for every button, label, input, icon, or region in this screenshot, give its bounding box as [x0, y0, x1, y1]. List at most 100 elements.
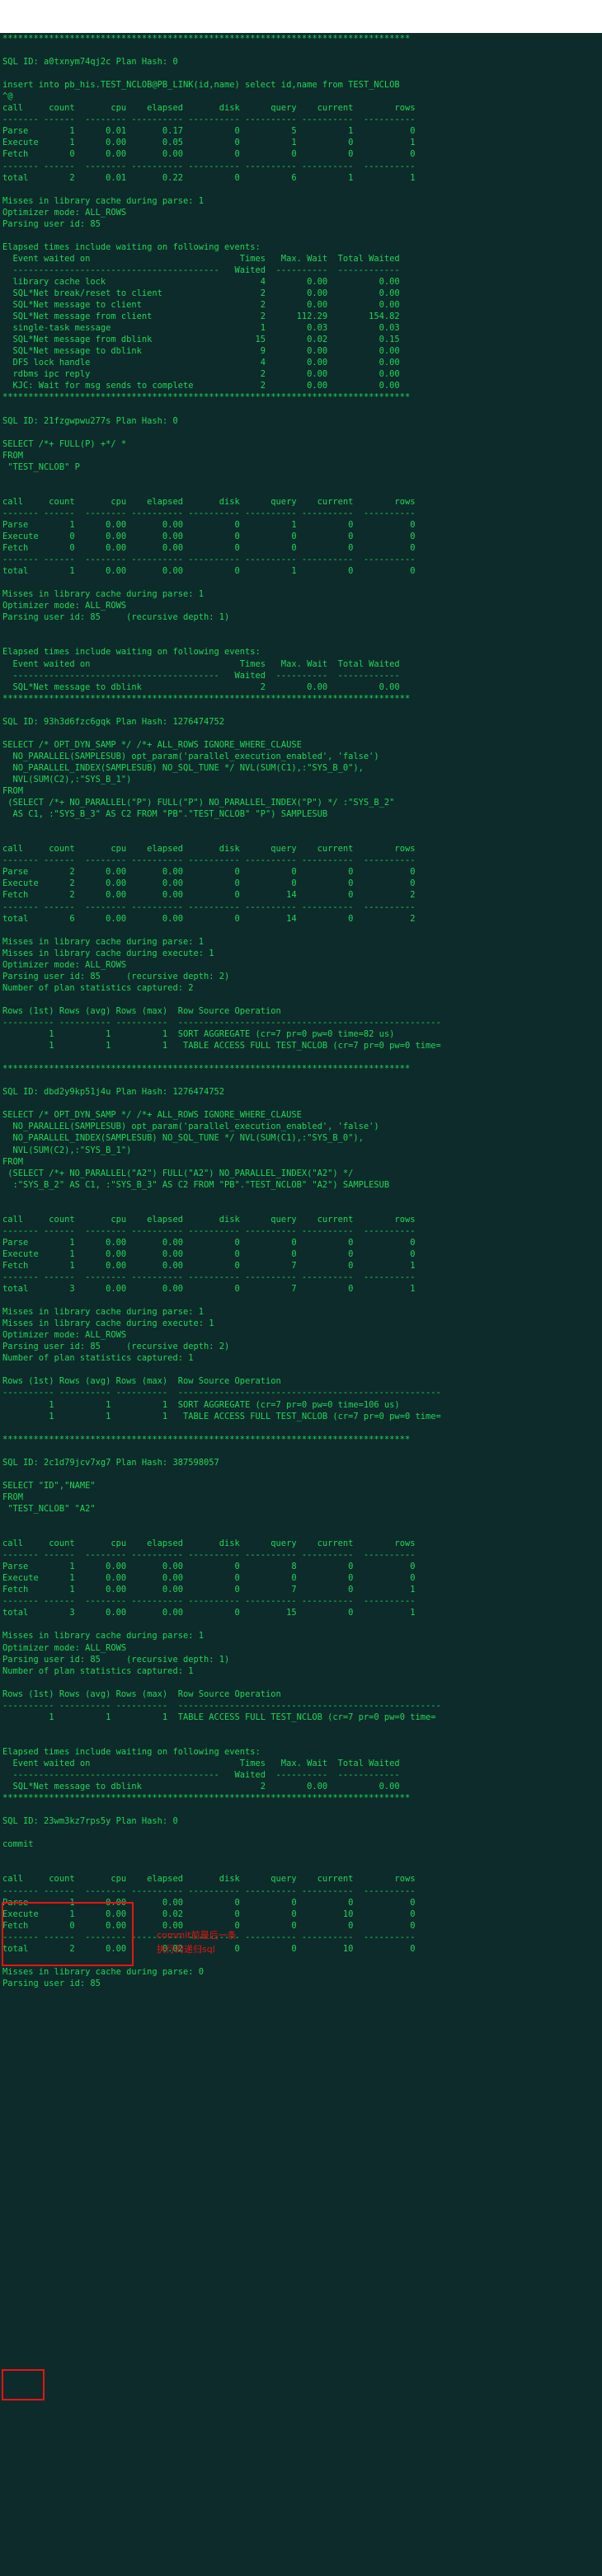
terminal-line: Rows (1st) Rows (avg) Rows (max) Row Sou…	[2, 1376, 281, 1387]
terminal-line: KJC: Wait for msg sends to complete 2 0.…	[2, 381, 400, 391]
terminal-line: Parse 1 0.00 0.00 0 0 0 0	[2, 1897, 416, 1908]
terminal-line: ^@	[2, 91, 13, 102]
terminal-line: Fetch 1 0.00 0.00 0 7 0 1	[2, 1260, 416, 1271]
terminal-line: Rows (1st) Rows (avg) Rows (max) Row Sou…	[2, 1005, 281, 1016]
terminal-line: SELECT "ID","NAME"	[2, 1480, 96, 1491]
terminal-line: ****************************************…	[2, 1064, 411, 1075]
terminal-line: Misses in library cache during parse: 0	[2, 1966, 204, 1977]
terminal-line: SELECT /* OPT_DYN_SAMP */ /*+ ALL_ROWS I…	[2, 739, 302, 750]
terminal-line: FROM	[2, 1492, 24, 1502]
terminal-line: ----------------------------------------…	[2, 670, 400, 681]
terminal-line: ---------- ---------- ---------- -------…	[2, 1388, 441, 1398]
terminal-line	[0, 184, 602, 195]
terminal-line	[0, 1515, 602, 1526]
terminal-line: call count cpu elapsed disk query curren…	[2, 1539, 416, 1549]
terminal-output: ****************************************…	[0, 33, 602, 1989]
terminal-line: Fetch 0 0.00 0.00 0 0 0 0	[2, 149, 416, 160]
terminal-line: Event waited on Times Max. Wait Total Wa…	[2, 658, 400, 669]
terminal-line	[0, 1618, 602, 1630]
terminal-line: 1 1 1 TABLE ACCESS FULL TEST_NCLOB (cr=7…	[2, 1041, 441, 1051]
terminal-line: "TEST_NCLOB" "A2"	[2, 1503, 96, 1514]
terminal-line: total 6 0.00 0.00 0 14 0 2	[2, 913, 416, 924]
terminal-line: Optimizer mode: ALL_ROWS	[2, 959, 127, 970]
terminal-line: Fetch 1 0.00 0.00 0 7 0 1	[2, 1585, 416, 1595]
terminal-line	[0, 831, 602, 843]
terminal-line	[0, 1735, 602, 1746]
terminal-line: Event waited on Times Max. Wait Total Wa…	[2, 1758, 400, 1768]
terminal-line: SQL ID: 2c1d79jcv7xg7 Plan Hash: 3875980…	[2, 1457, 219, 1468]
terminal-line	[0, 68, 602, 79]
terminal-line: total 3 0.00 0.00 0 15 0 1	[2, 1608, 416, 1618]
terminal-line: SQL ID: 93h3d6fzc6gqk Plan Hash: 1276474…	[2, 716, 224, 727]
terminal-line: total 2 0.01 0.22 0 6 1 1	[2, 172, 416, 183]
terminal-line: Execute 1 0.00 0.05 0 1 0 1	[2, 138, 416, 148]
terminal-line	[0, 427, 602, 438]
terminal-window[interactable]: ****************************************…	[0, 33, 602, 2576]
top-white-margin	[0, 0, 602, 33]
terminal-line: ------- ------ -------- ---------- -----…	[2, 508, 416, 518]
terminal-line: Event waited on Times Max. Wait Total Wa…	[2, 253, 400, 264]
terminal-line	[0, 1295, 602, 1306]
terminal-line: (SELECT /*+ NO_PARALLEL("A2") FULL("A2")…	[2, 1168, 354, 1178]
terminal-line: "TEST_NCLOB" P	[2, 461, 80, 472]
terminal-line	[0, 994, 602, 1005]
terminal-line: Parse 1 0.00 0.00 0 1 0 0	[2, 519, 416, 530]
terminal-line: ------- ------ -------- ---------- -----…	[2, 1225, 416, 1236]
terminal-line: DFS lock handle 4 0.00 0.00	[2, 358, 400, 368]
terminal-line	[0, 1862, 602, 1873]
terminal-line: Optimizer mode: ALL_ROWS	[2, 601, 127, 611]
terminal-line	[0, 705, 602, 716]
terminal-line	[0, 44, 602, 56]
terminal-line: library cache lock 4 0.00 0.00	[2, 276, 400, 287]
terminal-line: Execute 1 0.00 0.00 0 0 0 0	[2, 1573, 416, 1584]
terminal-line: Execute 2 0.00 0.00 0 0 0 0	[2, 878, 416, 889]
terminal-line: ---------- ---------- ---------- -------…	[2, 1017, 441, 1028]
terminal-line: FROM	[2, 1156, 24, 1167]
terminal-line: NO_PARALLEL_INDEX(SAMPLESUB) NO_SQL_TUNE…	[2, 1133, 364, 1144]
terminal-line: Parsing user id: 85 (recursive depth: 2)	[2, 971, 230, 981]
terminal-line	[0, 1677, 602, 1688]
terminal-line: NVL(SUM(C2),:"SYS_B_1")	[2, 1145, 132, 1155]
terminal-line: Parse 2 0.00 0.00 0 0 0 0	[2, 867, 416, 878]
terminal-line	[0, 1526, 602, 1538]
terminal-line: Misses in library cache during parse: 1	[2, 195, 204, 206]
terminal-line	[0, 1202, 602, 1214]
terminal-line: Number of plan statistics captured: 1	[2, 1665, 194, 1676]
terminal-line: 1 1 1 SORT AGGREGATE (cr=7 pr=0 pw=0 tim…	[2, 1399, 400, 1410]
terminal-line: total 3 0.00 0.00 0 7 0 1	[2, 1284, 416, 1295]
terminal-line	[0, 577, 602, 588]
terminal-line: ------- ------ -------- ---------- -----…	[2, 855, 416, 866]
terminal-line: SQL*Net message to dblink 9 0.00 0.00	[2, 346, 400, 357]
terminal-line: Misses in library cache during execute: …	[2, 1318, 214, 1329]
commit-highlight-box	[2, 2369, 45, 2400]
terminal-line: SQL*Net message to dblink 2 0.00 0.00	[2, 681, 400, 692]
terminal-line: Optimizer mode: ALL_ROWS	[2, 1642, 127, 1653]
terminal-line: ****************************************…	[2, 1434, 411, 1445]
terminal-line: Optimizer mode: ALL_ROWS	[2, 1330, 127, 1341]
terminal-line: SQL*Net message to client 2 0.00 0.00	[2, 300, 400, 311]
terminal-line: total 2 0.00 0.02 0 0 10 0	[2, 1943, 416, 1954]
terminal-line: SQL*Net message to dblink 2 0.00 0.00	[2, 1782, 400, 1792]
terminal-line: SQL ID: a0txnym74qj2c Plan Hash: 0	[2, 57, 178, 68]
terminal-line: Execute 0 0.00 0.00 0 0 0 0	[2, 532, 416, 542]
terminal-line: commit	[2, 1839, 34, 1850]
terminal-line: Parsing user id: 85 (recursive depth: 1)	[2, 1654, 230, 1665]
terminal-line: ------- ------ -------- ---------- -----…	[2, 1885, 416, 1896]
terminal-line	[0, 635, 602, 646]
terminal-line: Elapsed times include waiting on followi…	[2, 1746, 261, 1757]
terminal-line: Fetch 0 0.00 0.00 0 0 0 0	[2, 543, 416, 554]
terminal-line: 1 1 1 TABLE ACCESS FULL TEST_NCLOB (cr=7…	[2, 1712, 436, 1722]
terminal-line: Misses in library cache during parse: 1	[2, 936, 204, 947]
terminal-line: ------- ------ -------- ---------- -----…	[2, 1550, 416, 1561]
terminal-line	[0, 1468, 602, 1480]
terminal-line	[0, 230, 602, 241]
terminal-line: ------- ------ -------- ---------- -----…	[2, 1272, 416, 1283]
terminal-line: ------- ------ -------- ---------- -----…	[2, 1932, 416, 1942]
terminal-line: Number of plan statistics captured: 2	[2, 982, 194, 993]
terminal-line	[0, 473, 602, 485]
terminal-line	[0, 728, 602, 739]
terminal-line	[0, 1051, 602, 1063]
terminal-line: ****************************************…	[2, 693, 411, 704]
terminal-line: ------- ------ -------- ---------- -----…	[2, 1596, 416, 1607]
terminal-line	[0, 1827, 602, 1838]
